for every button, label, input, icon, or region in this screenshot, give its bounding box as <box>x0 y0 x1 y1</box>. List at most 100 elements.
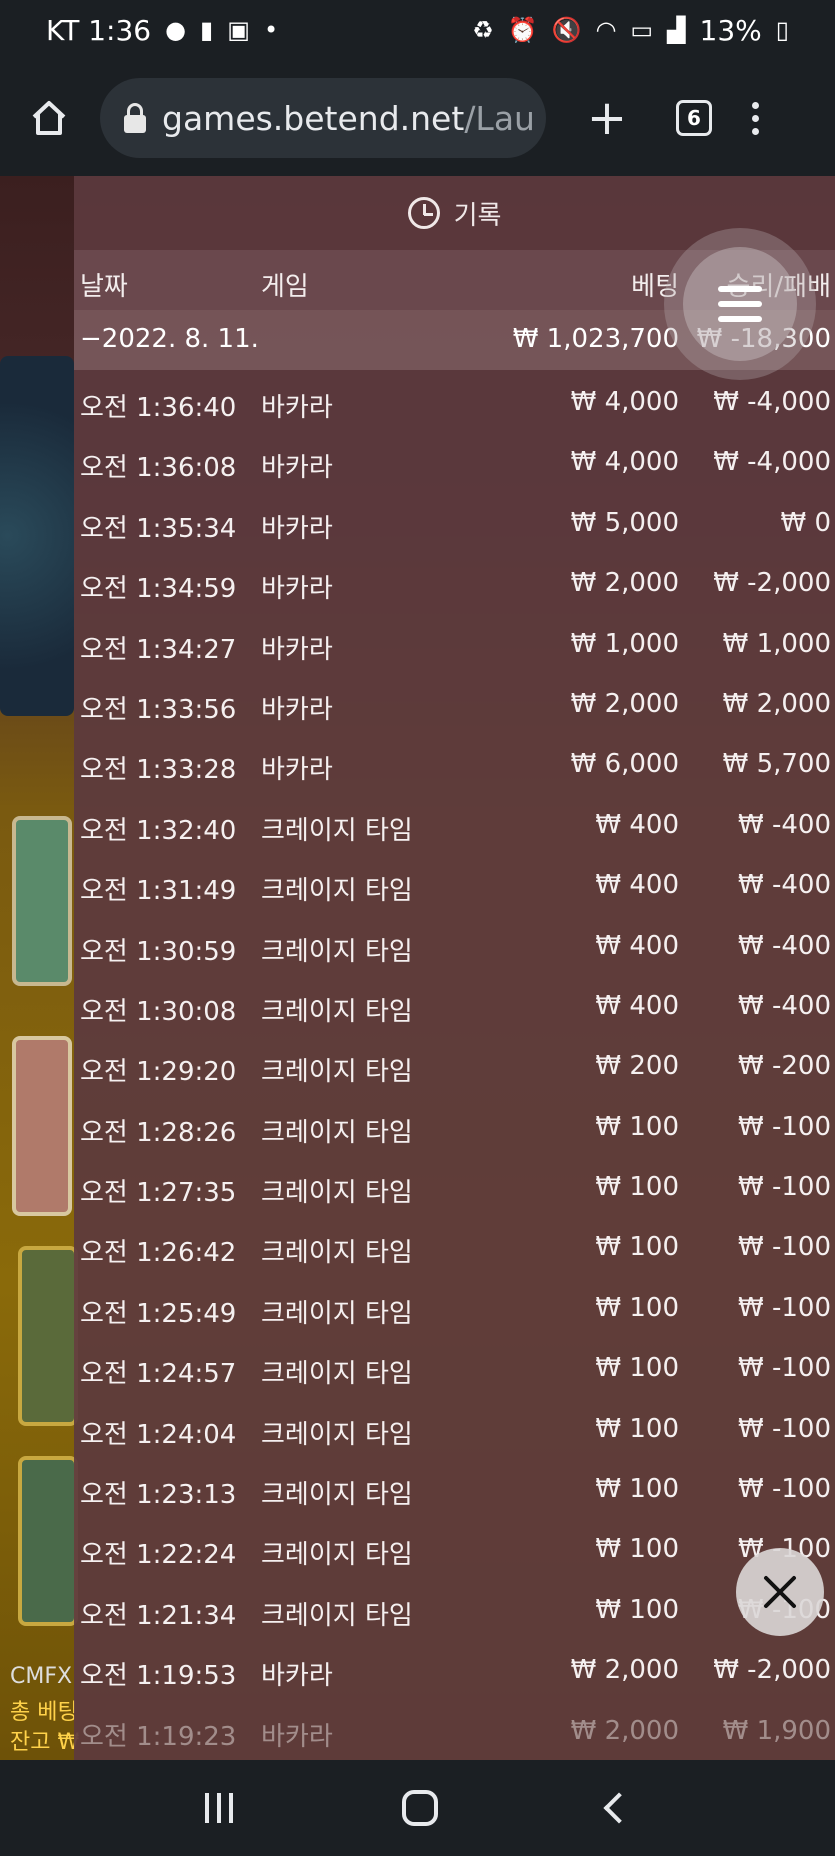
row-game: 크레이지 타임 <box>261 936 413 967</box>
row-game: 바카라 <box>261 755 333 786</box>
row-bet: ₩ 400 <box>595 809 679 840</box>
history-clock-icon <box>407 197 440 229</box>
wifi-icon: ◠ <box>595 16 617 44</box>
row-result: ₩ -400 <box>738 870 831 901</box>
date-group-label: −2022. 8. 11. <box>80 324 259 354</box>
battery-level: 13% <box>699 13 762 47</box>
lock-icon <box>124 103 146 133</box>
row-bet: ₩ 400 <box>595 930 679 961</box>
row-result: ₩ -200 <box>738 1051 831 1082</box>
row-game: 바카라 <box>261 634 333 665</box>
table-row: 오전 1:21:34크레이지 타임₩ 100₩ -100 <box>74 1578 835 1638</box>
row-bet: ₩ 100 <box>595 1534 679 1565</box>
table-row: 오전 1:33:56 바카라 ₩ 2,000 ₩ 2,000 <box>74 672 835 732</box>
row-time: 오전 1:19:53 <box>80 1661 237 1692</box>
table-row: 오전 1:29:20 크레이지 타임 ₩ 200 ₩ -200 <box>74 1034 835 1094</box>
home-icon <box>32 101 66 135</box>
row-time: 오전 1:28:26 <box>80 1117 237 1148</box>
column-date: 날짜 <box>80 272 128 302</box>
row-game: 크레이지 타임 <box>261 1540 413 1571</box>
row-game: 크레이지 타임 <box>261 1359 413 1390</box>
row-result: ₩ 5,700 <box>722 749 831 780</box>
row-game: 바카라 <box>261 1721 333 1752</box>
table-row: 오전 1:36:08 바카라 ₩ 4,000 ₩ -4,000 <box>74 430 835 490</box>
row-result: ₩ -100 <box>738 1413 831 1444</box>
home-nav-button[interactable] <box>402 1790 439 1826</box>
bg-label: CMFX <box>10 1664 73 1689</box>
row-result: ₩ -100 <box>738 1172 831 1203</box>
game-tile <box>18 1246 78 1426</box>
row-time: 오전 1:24:04 <box>80 1419 237 1450</box>
game-wheel <box>0 356 74 716</box>
table-row: 오전 1:32:40 크레이지 타임 ₩ 400 ₩ -400 <box>74 793 835 853</box>
row-result: ₩ -2,000 <box>713 1655 831 1686</box>
table-row: 오전 1:27:35 크레이지 타임 ₩ 100 ₩ -100 <box>74 1155 835 1215</box>
table-row: 오전 1:25:49 크레이지 타임 ₩ 100 ₩ -100 <box>74 1276 835 1336</box>
home-button[interactable] <box>22 91 76 145</box>
row-time: 오전 1:34:59 <box>80 574 237 605</box>
back-button[interactable] <box>603 1792 635 1824</box>
row-result: ₩ 0 <box>780 507 831 538</box>
close-button[interactable] <box>736 1548 824 1636</box>
recents-button[interactable] <box>204 1793 233 1823</box>
date-group-bet: ₩ 1,023,700 <box>512 324 679 354</box>
row-game: 바카라 <box>261 574 333 605</box>
history-panel: 기록 날짜 게임 베팅 승리/패배 −2022. 8. 11. ₩ 1,023,… <box>74 176 835 1760</box>
table-row: 오전 1:24:57 크레이지 타임 ₩ 100 ₩ -100 <box>74 1336 835 1396</box>
row-result: ₩ -100 <box>738 1292 831 1323</box>
tab-switcher-button[interactable]: 6 <box>676 100 712 136</box>
row-time: 오전 1:30:59 <box>80 936 237 967</box>
table-row: 오전 1:36:40 바카라 ₩ 4,000 ₩ -4,000 <box>74 370 835 430</box>
row-game: 바카라 <box>261 393 333 423</box>
row-time: 오전 1:25:49 <box>80 1298 237 1329</box>
row-bet: ₩ 5,000 <box>570 507 679 538</box>
table-row: 오전 1:31:49 크레이지 타임 ₩ 400 ₩ -400 <box>74 853 835 913</box>
column-game: 게임 <box>261 272 309 302</box>
image-icon: ▣ <box>227 16 250 44</box>
hd-icon: ▭ <box>630 16 654 44</box>
url-path: /Lau <box>464 98 535 138</box>
game-tile <box>12 816 72 986</box>
address-bar[interactable]: games.betend.net /Lau <box>100 78 546 158</box>
row-bet: ₩ 100 <box>595 1232 679 1263</box>
bg-label: 잔고 ₩ <box>10 1730 80 1755</box>
game-tile <box>18 1456 78 1626</box>
hamburger-menu-icon <box>683 247 797 361</box>
row-result: ₩ -400 <box>738 990 831 1021</box>
row-bet: ₩ 100 <box>595 1594 679 1625</box>
row-game: 크레이지 타임 <box>261 1419 413 1450</box>
table-row: 오전 1:30:08 크레이지 타임 ₩ 400 ₩ -400 <box>74 974 835 1034</box>
browser-menu-button[interactable] <box>752 101 759 135</box>
row-time: 오전 1:36:40 <box>80 393 237 423</box>
row-bet: ₩ 200 <box>595 1051 679 1082</box>
row-bet: ₩ 100 <box>595 1413 679 1444</box>
row-game: 크레이지 타임 <box>261 1057 413 1088</box>
row-time: 오전 1:26:42 <box>80 1238 237 1269</box>
row-game: 바카라 <box>261 453 333 484</box>
row-game: 크레이지 타임 <box>261 876 413 907</box>
bg-label: 총 베팅 <box>10 1700 78 1725</box>
row-result: ₩ -100 <box>738 1111 831 1142</box>
panel-title: 기록 <box>453 200 502 231</box>
table-row: 오전 1:23:13 크레이지 타임 ₩ 100 ₩ -100 <box>74 1457 835 1517</box>
system-nav-bar <box>0 1760 835 1856</box>
row-time: 오전 1:30:08 <box>80 996 237 1027</box>
battery-icon: ▯ <box>775 16 789 44</box>
row-result: ₩ 1,900 <box>722 1715 831 1746</box>
row-time: 오전 1:34:27 <box>80 634 237 665</box>
row-bet: ₩ 100 <box>595 1474 679 1505</box>
table-row: 오전 1:34:27 바카라 ₩ 1,000 ₩ 1,000 <box>74 612 835 672</box>
row-time: 오전 1:29:20 <box>80 1057 237 1088</box>
row-result: ₩ -400 <box>738 809 831 840</box>
row-time: 오전 1:33:56 <box>80 694 237 725</box>
menu-button[interactable] <box>664 228 816 380</box>
row-result: ₩ 1,000 <box>722 628 831 659</box>
row-game: 크레이지 타임 <box>261 1298 413 1329</box>
status-left: KT 1:36 ● ▮ ▣ • <box>46 14 278 47</box>
new-tab-button[interactable]: + <box>582 94 632 142</box>
row-bet: ₩ 2,000 <box>570 1715 679 1746</box>
row-bet: ₩ 1,000 <box>570 628 679 659</box>
row-time: 오전 1:22:24 <box>80 1540 237 1571</box>
table-row: 오전 1:19:23 바카라 ₩ 2,000 ₩ 1,900 <box>74 1699 835 1759</box>
signal-icon: ▟ <box>667 16 686 44</box>
